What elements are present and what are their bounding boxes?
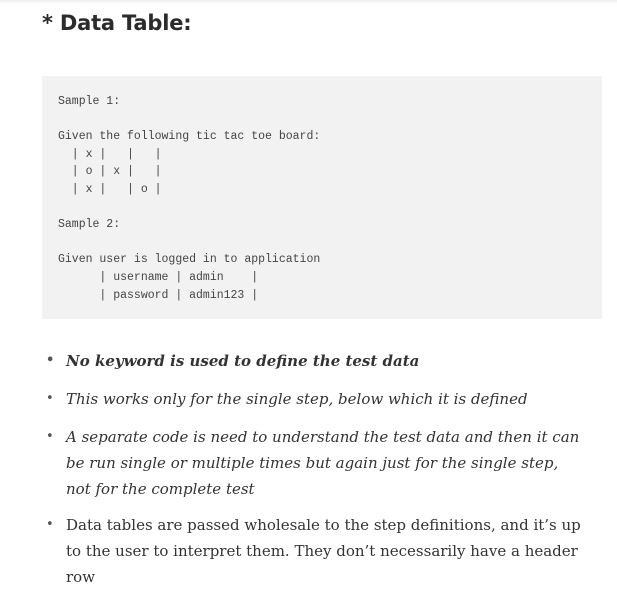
code-line: | x | | | xyxy=(58,147,162,161)
bullet-item: • This works only for the single step, b… xyxy=(0,386,586,412)
bullet-item: • No keyword is used to define the test … xyxy=(0,348,586,374)
code-line: | username | admin | xyxy=(58,270,259,284)
bullet-marker: • xyxy=(46,391,54,406)
code-line: Sample 2: xyxy=(58,218,121,232)
bullet-text: Data tables are passed wholesale to the … xyxy=(66,516,581,586)
bullet-marker: • xyxy=(46,429,54,444)
bullet-marker: • xyxy=(46,517,54,532)
code-line: Given user is logged in to application xyxy=(58,253,321,267)
code-line: Given the following tic tac toe board: xyxy=(58,130,321,144)
bullet-text: This works only for the single step, bel… xyxy=(66,390,528,408)
top-divider xyxy=(0,0,617,4)
code-line: | x | | o | xyxy=(58,182,162,196)
section-heading: * Data Table: xyxy=(42,11,192,35)
bullet-marker: • xyxy=(46,353,55,368)
code-line: | password | admin123 | xyxy=(58,288,259,302)
bullet-item: • Data tables are passed wholesale to th… xyxy=(0,512,586,590)
code-line: Sample 1: xyxy=(58,95,121,108)
code-line: | o | x | | xyxy=(58,165,162,179)
bullet-item: • A separate code is need to understand … xyxy=(0,424,586,502)
bullet-list: • No keyword is used to define the test … xyxy=(0,348,617,590)
bullet-text: No keyword is used to define the test da… xyxy=(66,352,420,370)
code-block: Sample 1: Given the following tic tac to… xyxy=(42,76,602,319)
bullet-text: A separate code is need to understand th… xyxy=(66,428,580,498)
